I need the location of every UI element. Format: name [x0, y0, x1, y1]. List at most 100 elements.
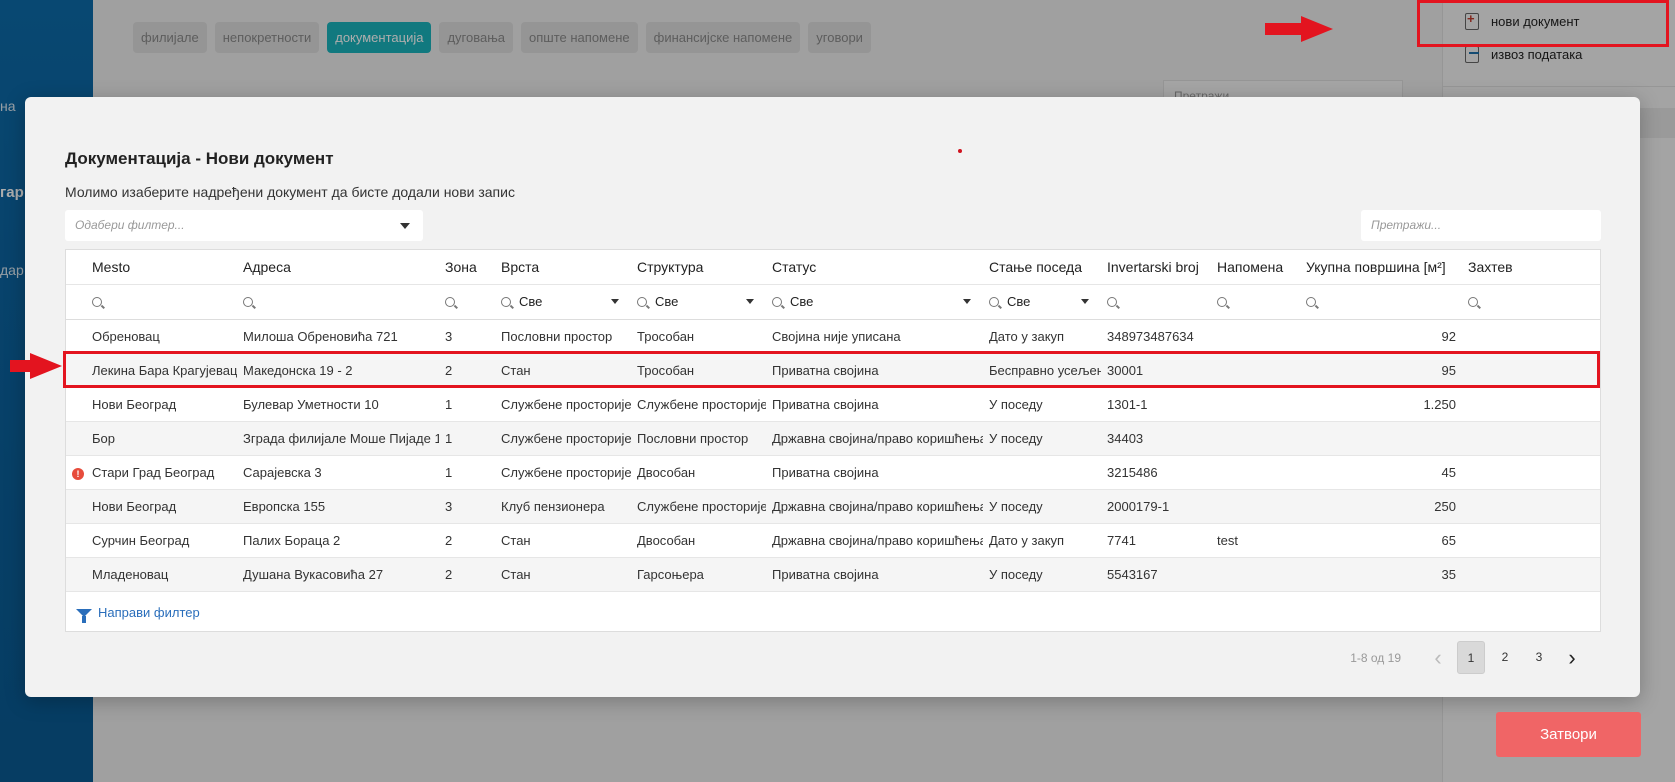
- column-header-ukupna-povrsina[interactable]: Укупна површина [м²]: [1300, 250, 1462, 285]
- cell-ukupna-povrsina: 250: [1300, 489, 1462, 524]
- search-icon: [92, 296, 102, 307]
- cell-adresa: Булевар Уметности 10: [237, 387, 439, 422]
- cell-stanje-poseda: [983, 455, 1101, 490]
- cell-struktura: Гарсоњера: [631, 557, 766, 592]
- cell-mesto: Обреновац: [86, 319, 237, 354]
- filter-mesto[interactable]: [86, 284, 237, 320]
- column-header-inventarski-broj[interactable]: Invertarski broj: [1101, 250, 1211, 285]
- cell-struktura: Двособан: [631, 523, 766, 558]
- filter-zahtev[interactable]: [1462, 284, 1600, 320]
- row-status-cell: [66, 421, 86, 456]
- filter-stanje-poseda[interactable]: Све: [983, 284, 1101, 320]
- column-header-vrsta[interactable]: Врста: [495, 250, 631, 285]
- cell-adresa: Палих Бораца 2: [237, 523, 439, 558]
- filter-adresa[interactable]: [237, 284, 439, 320]
- cell-ukupna-povrsina: 1.250: [1300, 387, 1462, 422]
- cell-ukupna-povrsina: 35: [1300, 557, 1462, 592]
- cell-vrsta: Стан: [495, 557, 631, 592]
- cell-zona: 1: [439, 387, 495, 422]
- cell-ukupna-povrsina: 45: [1300, 455, 1462, 490]
- search-icon: [989, 296, 999, 307]
- cell-zona: 1: [439, 455, 495, 490]
- chevron-down-icon: [963, 298, 971, 304]
- column-header-status-icon: [66, 250, 86, 285]
- previous-page-icon[interactable]: ‹: [1425, 645, 1451, 671]
- table-row[interactable]: Младеновац Душана Вукасовића 27 2 Стан Гарсо…: [66, 557, 1600, 592]
- dialog-subtitle: Молимо изаберите надређени документ да б…: [65, 184, 515, 200]
- cell-adresa: Зграда филијале Моше Пијаде 16: [237, 421, 439, 456]
- search-icon: [243, 296, 253, 307]
- cell-struktura: Пословни простор: [631, 421, 766, 456]
- row-status-cell: [66, 489, 86, 524]
- search-icon: [445, 296, 455, 307]
- filter-select-value: Све: [655, 294, 679, 309]
- next-page-icon[interactable]: ›: [1559, 645, 1585, 671]
- cell-zona: 2: [439, 523, 495, 558]
- row-status-cell: [66, 319, 86, 354]
- table-row[interactable]: Обреновац Милоша Обреновића 721 3 Пословни …: [66, 319, 1600, 354]
- cell-zahtev: [1462, 319, 1600, 354]
- column-header-stanje-poseda[interactable]: Стање поседа: [983, 250, 1101, 285]
- filter-zona[interactable]: [439, 284, 495, 320]
- filter-inventarski-broj[interactable]: [1101, 284, 1211, 320]
- table-row[interactable]: Бор Зграда филијале Моше Пијаде 16 1 Службе…: [66, 421, 1600, 456]
- filter-select[interactable]: Одабери филтер...: [65, 210, 423, 241]
- cell-vrsta: Клуб пензионера: [495, 489, 631, 524]
- filter-select-placeholder: Одабери филтер...: [75, 218, 185, 232]
- table-row[interactable]: Сурчин Београд Палих Бораца 2 2 Стан Двособа…: [66, 523, 1600, 558]
- cell-status: Приватна својина: [766, 557, 983, 592]
- cell-inventarski-broj: 34403: [1101, 421, 1211, 456]
- cell-status: Приватна својина: [766, 455, 983, 490]
- page-button-3[interactable]: 3: [1525, 641, 1553, 674]
- row-status-cell: [66, 523, 86, 558]
- close-button[interactable]: Затвори: [1496, 712, 1641, 757]
- column-header-status[interactable]: Статус: [766, 250, 983, 285]
- cell-status: Државна својина/право коришћења: [766, 523, 983, 558]
- cell-mesto: Младеновац: [86, 557, 237, 592]
- cell-napomena: test: [1211, 523, 1300, 558]
- column-header-adresa[interactable]: Адреса: [237, 250, 439, 285]
- column-header-mesto[interactable]: Mesto: [86, 250, 237, 285]
- column-header-zahtev[interactable]: Захтев: [1462, 250, 1600, 285]
- filter-status[interactable]: Све: [766, 284, 983, 320]
- cell-adresa: Душана Вукасовића 27: [237, 557, 439, 592]
- cell-napomena: [1211, 455, 1300, 490]
- cell-mesto: Нови Београд: [86, 387, 237, 422]
- cell-stanje-poseda: У поседу: [983, 387, 1101, 422]
- column-header-napomena[interactable]: Напомена: [1211, 250, 1300, 285]
- filter-vrsta[interactable]: Све: [495, 284, 631, 320]
- dialog-title: Документација - Нови документ: [65, 149, 334, 168]
- cell-inventarski-broj: 1301-1: [1101, 387, 1211, 422]
- cell-struktura: Трособан: [631, 319, 766, 354]
- cell-adresa: Милоша Обреновића 721: [237, 319, 439, 354]
- make-filter-button[interactable]: Направи филтер: [66, 591, 1600, 631]
- cell-vrsta: Пословни простор: [495, 319, 631, 354]
- page-button-2[interactable]: 2: [1491, 641, 1519, 674]
- new-document-dialog: Документација - Нови документ Молимо иза…: [25, 97, 1640, 697]
- cell-napomena: [1211, 319, 1300, 354]
- cell-napomena: [1211, 557, 1300, 592]
- annotation-highlight-new-document: [1417, 0, 1669, 47]
- search-icon: [1306, 296, 1316, 307]
- page-button-1[interactable]: 1: [1457, 641, 1485, 674]
- filter-ukupna-povrsina[interactable]: [1300, 284, 1462, 320]
- annotation-highlight-selected-row: [63, 351, 1600, 388]
- column-header-struktura[interactable]: Структура: [631, 250, 766, 285]
- cell-vrsta: Стан: [495, 523, 631, 558]
- column-header-zona[interactable]: Зона: [439, 250, 495, 285]
- table-row[interactable]: Нови Београд Европска 155 3 Клуб пензионера…: [66, 489, 1600, 524]
- table-row[interactable]: ! Стари Град Београд Сарајевска 3 1 Службене…: [66, 455, 1600, 490]
- cell-mesto: Стари Град Београд: [86, 455, 237, 490]
- dialog-search-input[interactable]: Претражи...: [1361, 210, 1601, 241]
- filter-napomena[interactable]: [1211, 284, 1300, 320]
- cell-stanje-poseda: У поседу: [983, 421, 1101, 456]
- filter-select-value: Све: [790, 294, 814, 309]
- search-icon: [1217, 296, 1227, 307]
- table-row[interactable]: Нови Београд Булевар Уметности 10 1 Службен…: [66, 387, 1600, 422]
- chevron-down-icon: [400, 223, 410, 229]
- chevron-down-icon: [611, 298, 619, 304]
- filter-struktura[interactable]: Све: [631, 284, 766, 320]
- cell-adresa: Европска 155: [237, 489, 439, 524]
- cell-ukupna-povrsina: 92: [1300, 319, 1462, 354]
- cell-zona: 1: [439, 421, 495, 456]
